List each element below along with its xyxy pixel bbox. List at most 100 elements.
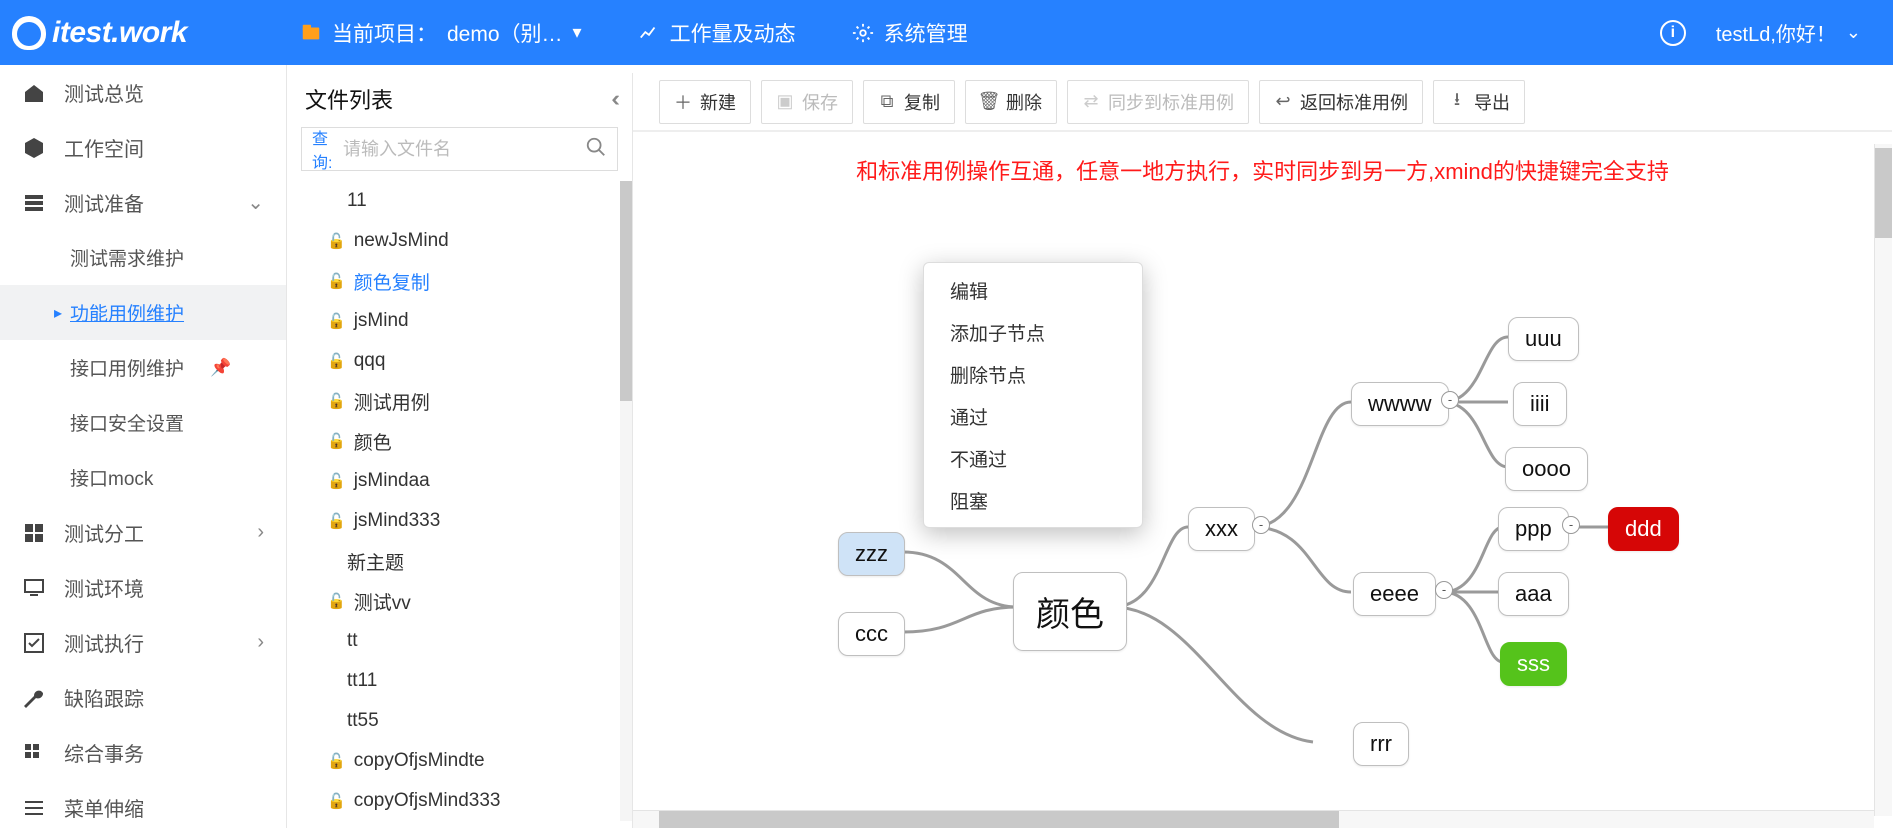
lock-icon: 🔓 <box>327 512 346 530</box>
nav-icon <box>22 686 46 710</box>
top-bar: itest.work 当前项目： demo（别… ▾ 工作量及动态 系统管理 i… <box>0 0 1893 65</box>
file-item-14[interactable]: 🔓copyOfjsMindte <box>287 741 632 781</box>
file-item-6[interactable]: 🔓颜色 <box>287 421 632 461</box>
nav-icon <box>22 631 46 655</box>
nav-icon <box>22 576 46 600</box>
copy-button[interactable]: ⧉复制 <box>863 80 955 124</box>
delete-button[interactable]: 🗑删除 <box>965 80 1057 124</box>
lock-icon: 🔓 <box>327 312 346 330</box>
mm-node-zzz[interactable]: zzz <box>838 532 905 576</box>
file-item-3[interactable]: 🔓jsMind <box>287 301 632 341</box>
mm-node-aaa[interactable]: aaa <box>1498 572 1569 616</box>
canvas-scrollbar-horizontal[interactable] <box>633 810 1874 828</box>
nav-icon <box>22 741 46 765</box>
project-name: demo（别… <box>447 18 563 48</box>
file-list-scrollbar[interactable] <box>620 181 632 821</box>
file-list-panel: 文件列表 ‹‹ 查询: 11🔓newJsMind🔓颜色复制🔓jsMind🔓qqq… <box>287 73 633 828</box>
mm-node-iiii[interactable]: iiii <box>1513 382 1567 426</box>
file-item-4[interactable]: 🔓qqq <box>287 341 632 381</box>
new-button[interactable]: ＋新建 <box>659 80 751 124</box>
expand-toggle[interactable]: - <box>1252 516 1270 534</box>
info-icon[interactable]: i <box>1660 20 1686 46</box>
nav-admin[interactable]: 系统管理 <box>824 0 996 65</box>
nav-workload[interactable]: 工作量及动态 <box>610 0 824 65</box>
user-menu[interactable]: testLd,你好！ ⌄ <box>1716 18 1861 47</box>
lock-icon: 🔓 <box>327 352 346 370</box>
file-search-input[interactable] <box>333 139 585 160</box>
sidebar-sub-2-0[interactable]: 测试需求维护 <box>0 230 286 285</box>
expand-toggle[interactable]: - <box>1441 391 1459 409</box>
file-item-10[interactable]: 🔓测试vv <box>287 581 632 621</box>
chevron-down-icon: ▾ <box>573 22 582 43</box>
mm-node-xxx[interactable]: xxx <box>1188 507 1255 551</box>
gear-icon <box>852 22 874 44</box>
bug-icon <box>12 16 46 50</box>
sidebar-item-8[interactable]: 菜单伸缩 <box>0 780 286 835</box>
file-item-8[interactable]: 🔓jsMind333 <box>287 501 632 541</box>
sidebar-item-5[interactable]: 测试执行› <box>0 615 286 670</box>
sidebar-sub-2-3[interactable]: 接口安全设置 <box>0 395 286 450</box>
brand-logo: itest.work <box>12 16 272 50</box>
expand-toggle[interactable]: - <box>1435 581 1453 599</box>
mm-node-ccc[interactable]: ccc <box>838 612 905 656</box>
folder-icon <box>300 22 322 44</box>
ctx-item-4[interactable]: 不通过 <box>924 437 1142 479</box>
nav-icon <box>22 136 46 160</box>
canvas-scrollbar-vertical[interactable] <box>1874 144 1892 816</box>
mm-node-root[interactable]: 颜色 <box>1013 572 1127 651</box>
file-item-5[interactable]: 🔓测试用例 <box>287 381 632 421</box>
file-item-2[interactable]: 🔓颜色复制 <box>287 261 632 301</box>
mm-node-sss[interactable]: sss <box>1500 642 1567 686</box>
file-item-11[interactable]: tt <box>287 621 632 661</box>
file-item-7[interactable]: 🔓jsMindaa <box>287 461 632 501</box>
ctx-item-2[interactable]: 删除节点 <box>924 353 1142 395</box>
mm-node-wwww[interactable]: wwww <box>1351 382 1449 426</box>
lock-icon: 🔓 <box>327 792 346 810</box>
sidebar-item-3[interactable]: 测试分工› <box>0 505 286 560</box>
export-button[interactable]: ⭳导出 <box>1433 80 1525 124</box>
sidebar-item-4[interactable]: 测试环境 <box>0 560 286 615</box>
nav-icon <box>22 521 46 545</box>
file-list-body: 11🔓newJsMind🔓颜色复制🔓jsMind🔓qqq🔓测试用例🔓颜色🔓jsM… <box>287 181 632 821</box>
back-button[interactable]: ↩返回标准用例 <box>1259 80 1423 124</box>
ctx-item-1[interactable]: 添加子节点 <box>924 311 1142 353</box>
mindmap-canvas[interactable]: 和标准用例操作互通，任意一地方执行，实时同步到另一方,xmind的快捷键完全支持 <box>633 131 1892 828</box>
project-switcher[interactable]: 当前项目： demo（别… ▾ <box>272 0 610 65</box>
lock-icon: 🔓 <box>327 752 346 770</box>
ctx-item-3[interactable]: 通过 <box>924 395 1142 437</box>
query-label: 查询: <box>312 125 333 173</box>
mm-node-uuu[interactable]: uuu <box>1508 317 1579 361</box>
file-item-15[interactable]: 🔓copyOfjsMind333 <box>287 781 632 821</box>
expand-toggle[interactable]: - <box>1562 516 1580 534</box>
ctx-item-5[interactable]: 阻塞 <box>924 479 1142 521</box>
sidebar-item-2[interactable]: 测试准备⌄ <box>0 175 286 230</box>
search-icon[interactable] <box>585 136 607 163</box>
mm-node-oooo[interactable]: oooo <box>1505 447 1588 491</box>
file-item-9[interactable]: 新主题 <box>287 541 632 581</box>
toolbar: ＋新建 ▣保存 ⧉复制 🗑删除 ⇄同步到标准用例 ↩返回标准用例 ⭳导出 <box>633 73 1892 131</box>
sidebar-item-0[interactable]: 测试总览 <box>0 65 286 120</box>
mm-node-rrr[interactable]: rrr <box>1353 722 1409 766</box>
ctx-item-0[interactable]: 编辑 <box>924 269 1142 311</box>
file-item-1[interactable]: 🔓newJsMind <box>287 221 632 261</box>
sidebar-sub-2-2[interactable]: 接口用例维护📌 <box>0 340 286 395</box>
chevron-right-icon: › <box>257 631 264 654</box>
collapse-icon[interactable]: ‹‹ <box>611 86 614 112</box>
file-item-13[interactable]: tt55 <box>287 701 632 741</box>
mm-node-ddd[interactable]: ddd <box>1608 507 1679 551</box>
mm-node-ppp[interactable]: ppp <box>1498 507 1569 551</box>
save-button[interactable]: ▣保存 <box>761 80 853 124</box>
lock-icon: 🔓 <box>327 432 346 450</box>
sidebar-sub-2-4[interactable]: 接口mock <box>0 450 286 505</box>
sidebar-item-1[interactable]: 工作空间 <box>0 120 286 175</box>
pin-icon: 📌 <box>210 358 231 378</box>
mm-node-eeee[interactable]: eeee <box>1353 572 1436 616</box>
sidebar-item-6[interactable]: 缺陷跟踪 <box>0 670 286 725</box>
sync-button[interactable]: ⇄同步到标准用例 <box>1067 80 1249 124</box>
lock-icon: 🔓 <box>327 232 346 250</box>
file-item-0[interactable]: 11 <box>287 181 632 221</box>
main-area: ＋新建 ▣保存 ⧉复制 🗑删除 ⇄同步到标准用例 ↩返回标准用例 ⭳导出 和标准… <box>633 73 1892 828</box>
sidebar-item-7[interactable]: 综合事务 <box>0 725 286 780</box>
file-item-12[interactable]: tt11 <box>287 661 632 701</box>
sidebar-sub-2-1[interactable]: 功能用例维护 <box>0 285 286 340</box>
